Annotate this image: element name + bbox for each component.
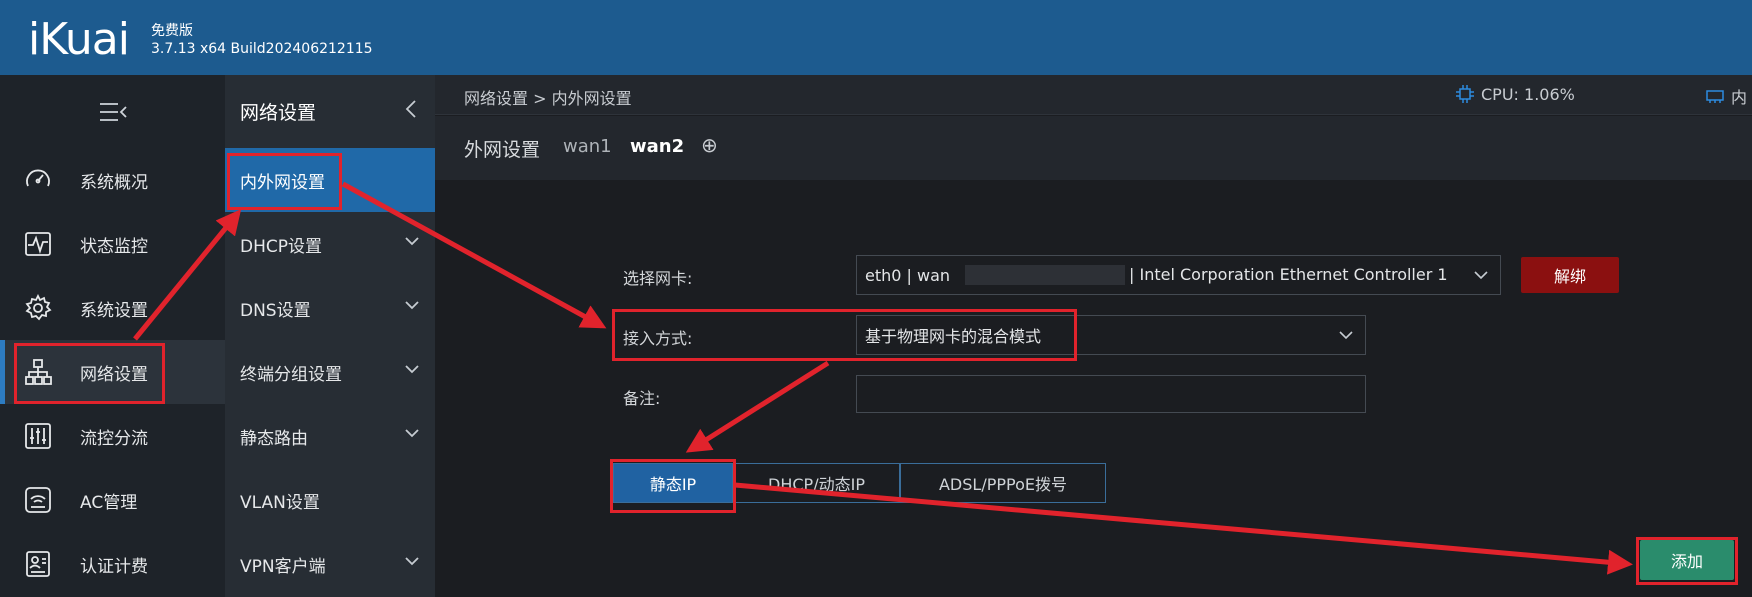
redacted-mask: [965, 265, 1125, 285]
tab-pppoe[interactable]: ADSL/PPPoE拨号: [900, 463, 1106, 503]
sidebar-item-ac[interactable]: AC管理: [0, 468, 225, 532]
unbind-button[interactable]: 解绑: [1521, 257, 1619, 293]
tab-wan1[interactable]: wan1: [563, 136, 612, 157]
sidebar-item-label: 状态监控: [80, 236, 148, 257]
sidebar-item-label: 流控分流: [80, 428, 148, 449]
remark-input[interactable]: [856, 375, 1366, 413]
highlight-access-mode: [612, 309, 1077, 361]
chevron-down-icon: [405, 365, 419, 374]
subnav-item-terminal-group[interactable]: 终端分组设置: [225, 340, 435, 404]
sidebar-item-system-settings[interactable]: 系统设置: [0, 276, 225, 340]
highlight-network-settings: [14, 343, 165, 404]
nic-select[interactable]: eth0 | wan | Intel Corporation Ethernet …: [856, 255, 1501, 295]
id-card-icon: [22, 548, 54, 580]
subnav-item-label: DNS设置: [240, 300, 311, 321]
subnav-title: 网络设置: [240, 102, 317, 124]
subnav-item-dns[interactable]: DNS设置: [225, 276, 435, 340]
highlight-add-button: [1636, 537, 1738, 585]
subnav-item-label: VPN客户端: [240, 556, 326, 577]
tab-wan2[interactable]: wan2: [630, 136, 684, 157]
breadcrumb-bar: 网络设置 > 内外网设置 CPU: 1.06% 内: [435, 75, 1752, 115]
remark-label: 备注:: [623, 389, 661, 408]
memory-icon: [1706, 90, 1724, 103]
nic-value-prefix: eth0 | wan: [865, 265, 951, 285]
cpu-usage-text: CPU: 1.06%: [1481, 84, 1575, 104]
tab-dhcp[interactable]: DHCP/动态IP: [733, 463, 900, 503]
sidebar-item-label: 系统设置: [80, 300, 148, 321]
top-header: iKuai 免费版 3.7.13 x64 Build202406212115: [0, 0, 1752, 75]
memory-usage: 内: [1705, 84, 1747, 108]
main-sidebar: 系统概况 状态监控 系统设置 网络设置 流控分流 AC管理 认证计费: [0, 75, 225, 597]
cpu-chip-icon: [1456, 85, 1474, 103]
cpu-usage: CPU: 1.06%: [1455, 84, 1575, 104]
sliders-icon: [22, 420, 54, 452]
wifi-router-icon: [22, 484, 54, 516]
subnav-header: 网络设置: [225, 75, 435, 148]
chevron-down-icon: [405, 429, 419, 438]
chevron-down-icon: [1474, 271, 1488, 280]
chevron-left-icon[interactable]: [405, 99, 417, 124]
speedometer-icon: [22, 164, 54, 196]
subnav-item-vlan[interactable]: VLAN设置: [225, 468, 435, 532]
subnav-item-label: 终端分组设置: [240, 364, 342, 385]
sidebar-item-auth-billing[interactable]: 认证计费: [0, 532, 225, 596]
breadcrumb: 网络设置 > 内外网设置: [464, 89, 632, 108]
chevron-down-icon: [405, 237, 419, 246]
menu-collapse-icon[interactable]: [0, 75, 225, 148]
sidebar-item-label: 认证计费: [80, 556, 148, 577]
app-root: iKuai 免费版 3.7.13 x64 Build202406212115 系…: [0, 0, 1752, 597]
chevron-down-icon: [405, 301, 419, 310]
sidebar-item-label: AC管理: [80, 492, 138, 513]
subnav-item-vpn-client[interactable]: VPN客户端: [225, 532, 435, 596]
sidebar-item-monitor[interactable]: 状态监控: [0, 212, 225, 276]
subnav-item-label: VLAN设置: [240, 492, 320, 513]
subnav-item-dhcp[interactable]: DHCP设置: [225, 212, 435, 276]
nic-value-suffix: | Intel Corporation Ethernet Controller …: [1129, 265, 1448, 284]
sidebar-item-overview[interactable]: 系统概况: [0, 148, 225, 212]
chevron-down-icon: [405, 557, 419, 566]
highlight-static-ip: [610, 459, 736, 513]
pulse-monitor-icon: [22, 228, 54, 260]
highlight-lan-wan: [227, 153, 342, 210]
sidebar-item-label: 系统概况: [80, 172, 148, 193]
subnav-item-static-route[interactable]: 静态路由: [225, 404, 435, 468]
edition-label: 免费版: [151, 23, 193, 39]
subnav-item-label: 静态路由: [240, 428, 308, 449]
wan-settings-title: 外网设置: [464, 139, 541, 161]
chevron-down-icon: [1339, 331, 1353, 340]
gear-icon: [22, 292, 54, 324]
nic-label: 选择网卡:: [623, 269, 693, 288]
subnav-item-label: DHCP设置: [240, 236, 322, 257]
wan-tab-bar: 外网设置 wan1 wan2 ⊕: [435, 116, 1752, 180]
memory-usage-text: 内: [1731, 88, 1748, 107]
ikuai-logo: iKuai: [28, 14, 130, 65]
add-wan-icon[interactable]: ⊕: [701, 133, 718, 157]
version-label: 3.7.13 x64 Build202406212115: [151, 41, 373, 57]
sidebar-item-flow-control[interactable]: 流控分流: [0, 404, 225, 468]
